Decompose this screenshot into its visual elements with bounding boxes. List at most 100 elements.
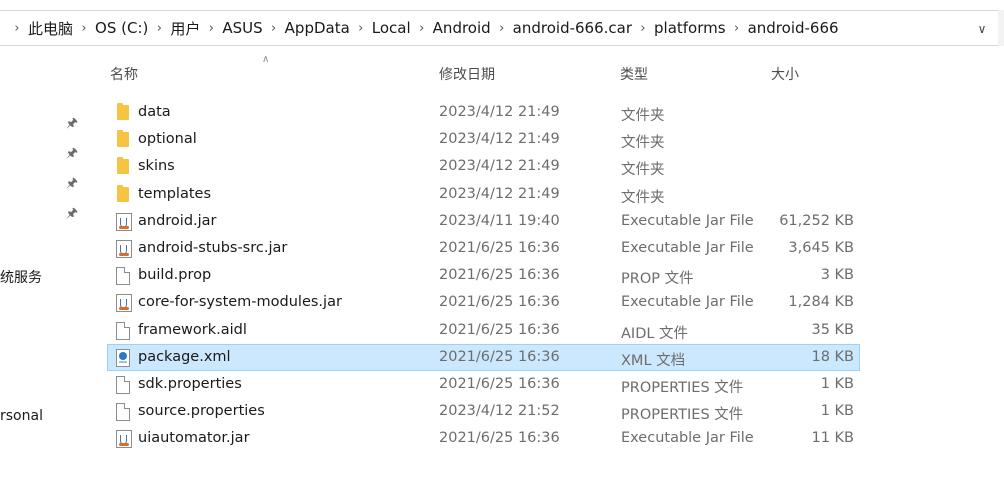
file-row[interactable]: core-for-system-modules.jar 2021/6/25 16:… <box>107 289 860 316</box>
file-row[interactable]: android.jar 2023/4/11 19:40 Executable Jar… <box>107 208 860 235</box>
chevron-down-icon: ∨ <box>977 22 987 36</box>
file-row[interactable]: sdk.properties 2021/6/25 16:36 PROPERTIES … <box>107 371 860 398</box>
nav-item-personal[interactable]: rsonal <box>0 408 43 424</box>
pin-icon[interactable]: 🖈 <box>66 147 80 161</box>
file-name: android.jar <box>138 212 217 229</box>
column-header-type[interactable]: 类型 <box>620 64 648 84</box>
file-name: build.prop <box>138 267 212 284</box>
file-row[interactable]: android-stubs-src.jar 2021/6/25 16:36 Exec… <box>107 235 860 262</box>
breadcrumb-item-local[interactable]: Local <box>372 19 411 37</box>
chevron-right-icon[interactable]: › <box>491 21 513 36</box>
address-history-dropdown-button[interactable]: ∨ <box>972 19 992 39</box>
file-modified-date: 2021/6/25 16:36 <box>439 240 560 256</box>
file-type: Executable Jar File <box>621 294 754 311</box>
file-row[interactable]: optional 2023/4/12 21:49 文件夹 <box>107 126 860 153</box>
file-row[interactable]: source.properties 2023/4/12 21:52 PROPERTI… <box>107 398 860 425</box>
file-modified-date: 2021/6/25 16:36 <box>439 348 560 365</box>
file-row[interactable]: skins 2023/4/12 21:49 文件夹 <box>107 153 860 180</box>
file-name: uiautomator.jar <box>138 430 250 447</box>
file-type: XML 文档 <box>621 352 686 369</box>
file-icon <box>116 321 130 340</box>
file-row[interactable]: uiautomator.jar 2021/6/25 16:36 Executable… <box>107 425 860 452</box>
file-size: 3,645 KB <box>788 240 854 256</box>
chevron-right-icon[interactable]: › <box>632 21 654 36</box>
file-modified-date: 2021/6/25 16:36 <box>439 267 560 284</box>
file-row[interactable]: framework.aidl 2021/6/25 16:36 AIDL 文件 35 K… <box>107 317 860 344</box>
chevron-right-icon[interactable]: › <box>6 21 28 36</box>
file-modified-date: 2021/6/25 16:36 <box>439 430 560 447</box>
pin-icon[interactable]: 🖈 <box>66 177 80 191</box>
file-size: 1,284 KB <box>788 294 854 311</box>
column-header-date[interactable]: 修改日期 <box>439 64 495 84</box>
breadcrumb-item-os-c[interactable]: OS (C:) <box>95 19 148 37</box>
address-bar[interactable]: › 此电脑 › OS (C:) › 用户 › ASUS › AppData › … <box>0 10 1004 46</box>
window-edge <box>998 10 1004 46</box>
chevron-right-icon[interactable]: › <box>200 21 222 36</box>
file-name: core-for-system-modules.jar <box>138 294 342 311</box>
file-row[interactable]: templates 2023/4/12 21:49 文件夹 <box>107 181 860 208</box>
jar-icon <box>116 430 132 449</box>
file-size: 61,252 KB <box>779 212 854 229</box>
breadcrumb: › 此电脑 › OS (C:) › 用户 › ASUS › AppData › … <box>0 11 839 45</box>
breadcrumb-item-platforms[interactable]: platforms <box>654 19 726 37</box>
column-header-size[interactable]: 大小 <box>771 64 799 84</box>
jar-icon <box>116 240 132 258</box>
file-modified-date: 2023/4/12 21:49 <box>439 131 560 148</box>
file-type: PROPERTIES 文件 <box>621 407 744 424</box>
breadcrumb-item-appdata[interactable]: AppData <box>285 19 350 37</box>
file-size: 35 KB <box>811 321 854 338</box>
file-row[interactable]: build.prop 2021/6/25 16:36 PROP 文件 3 KB <box>107 262 860 289</box>
chevron-right-icon[interactable]: › <box>411 21 433 36</box>
file-name: package.xml <box>138 348 231 365</box>
pin-icon[interactable]: 🖈 <box>66 207 80 221</box>
breadcrumb-item-asus[interactable]: ASUS <box>222 19 262 37</box>
file-size: 18 KB <box>811 348 854 365</box>
file-modified-date: 2023/4/12 21:52 <box>439 403 560 420</box>
nav-item-services[interactable]: 统服务 <box>0 267 42 287</box>
file-type: Executable Jar File <box>621 430 754 447</box>
file-row[interactable]: package.xml 2021/6/25 16:36 XML 文档 18 KB <box>107 343 860 371</box>
file-modified-date: 2021/6/25 16:36 <box>439 321 560 338</box>
column-header-name[interactable]: 名称 <box>110 64 138 84</box>
breadcrumb-item-android-666[interactable]: android-666 <box>748 19 839 37</box>
file-name: skins <box>138 158 175 175</box>
folder-icon <box>117 103 129 120</box>
chevron-right-icon[interactable]: › <box>726 21 748 36</box>
file-type: 文件夹 <box>621 108 665 124</box>
chevron-right-icon[interactable]: › <box>73 21 95 36</box>
xml-icon <box>116 348 130 367</box>
chevron-right-icon[interactable]: › <box>148 21 170 36</box>
folder-icon <box>117 130 129 148</box>
file-type: PROP 文件 <box>621 271 694 288</box>
file-type: Executable Jar File <box>621 240 754 256</box>
jar-icon <box>116 294 132 313</box>
file-size: 1 KB <box>820 403 854 420</box>
folder-icon <box>117 184 129 202</box>
file-modified-date: 2023/4/12 21:49 <box>439 185 560 202</box>
breadcrumb-item-android-666-car[interactable]: android-666.car <box>513 19 632 37</box>
breadcrumb-item-android[interactable]: Android <box>433 19 491 37</box>
file-type: 文件夹 <box>621 162 665 179</box>
file-modified-date: 2023/4/12 21:49 <box>439 104 560 120</box>
pin-icon[interactable]: 🖈 <box>66 117 80 131</box>
chevron-right-icon[interactable]: › <box>350 21 372 36</box>
file-type: AIDL 文件 <box>621 325 689 342</box>
file-size: 1 KB <box>820 376 854 392</box>
breadcrumb-item-users[interactable]: 用户 <box>170 18 200 39</box>
file-row[interactable]: data 2023/4/12 21:49 文件夹 <box>107 99 860 126</box>
file-modified-date: 2021/6/25 16:36 <box>439 376 560 392</box>
file-type: Executable Jar File <box>621 212 754 229</box>
file-name: source.properties <box>138 403 265 420</box>
file-icon <box>116 403 130 422</box>
file-name: templates <box>138 185 212 202</box>
chevron-right-icon[interactable]: › <box>263 21 285 36</box>
file-type: 文件夹 <box>621 135 665 152</box>
jar-icon <box>116 212 132 231</box>
navigation-pane: 🖈 🖈 🖈 🖈 统服务 rsonal <box>0 46 100 492</box>
file-name: framework.aidl <box>138 321 247 338</box>
breadcrumb-item-this-pc[interactable]: 此电脑 <box>28 18 73 39</box>
sort-ascending-icon: ∧ <box>262 54 270 65</box>
file-name: android-stubs-src.jar <box>138 240 288 256</box>
file-size: 11 KB <box>811 430 854 447</box>
file-name: sdk.properties <box>138 376 242 392</box>
